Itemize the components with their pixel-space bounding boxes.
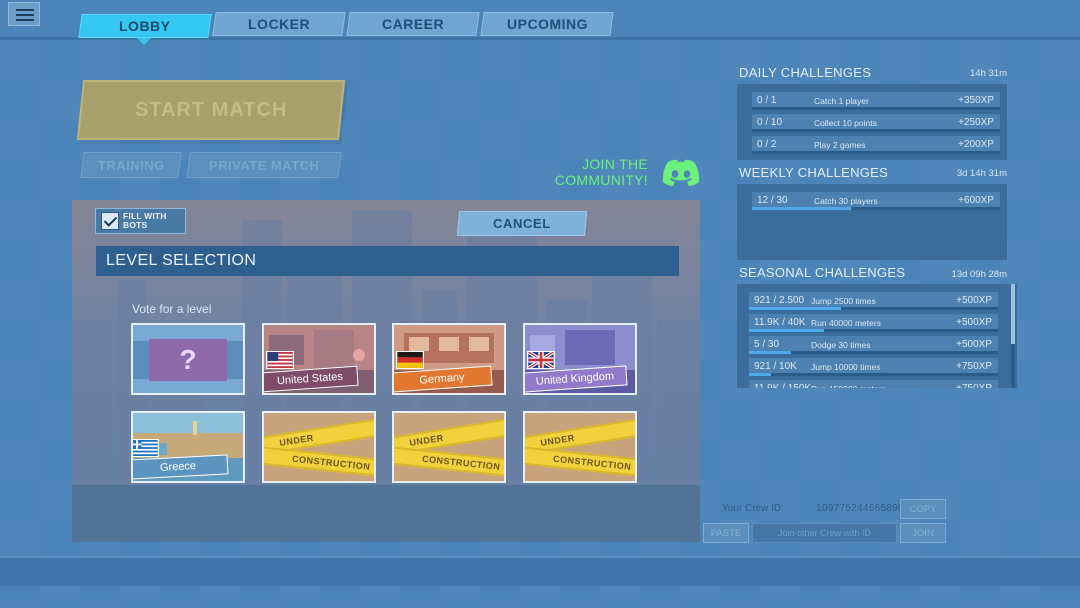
daily-challenge-row: 0 / 1 Catch 1 player +350XP <box>752 92 1000 110</box>
level-card-random[interactable]: ? <box>131 323 245 395</box>
seasonal-challenge-row: 11.9K / 40K Run 40000 meters +500XP <box>749 314 998 332</box>
weekly-challenges-title: WEEKLY CHALLENGES <box>739 165 889 180</box>
seasonal-scroll-thumb[interactable] <box>1011 284 1015 344</box>
join-community-link[interactable]: JOIN THE COMMUNITY! <box>540 156 648 188</box>
construction-tape: CONSTRUCTION <box>525 445 635 479</box>
level-card-united-states[interactable]: United States <box>262 323 376 395</box>
fill-with-bots-label: FILL WITH BOTS <box>123 211 167 230</box>
us-flag-icon <box>266 351 294 369</box>
challenge-progress: 921 / 2.500 <box>754 295 805 306</box>
construction-tape: CONSTRUCTION <box>264 445 374 479</box>
daily-challenges-timer: 14h 31m <box>970 68 1007 79</box>
training-button[interactable]: TRAINING <box>80 152 182 178</box>
level-card-united-kingdom[interactable]: United Kingdom <box>523 323 637 395</box>
hamburger-menu-icon[interactable] <box>8 2 40 26</box>
challenge-description: Play 2 games <box>814 140 866 150</box>
level-selection-title: LEVEL SELECTION <box>96 246 679 276</box>
challenge-description: Dodge 30 times <box>811 340 871 350</box>
seasonal-challenge-row: 921 / 2.500 Jump 2500 times +500XP <box>749 292 998 310</box>
construction-tape: CONSTRUCTION <box>394 445 504 479</box>
seasonal-challenge-row: 11.9K / 150KRun 150000 meters+750XP <box>749 380 998 388</box>
challenge-progress: 921 / 10K <box>754 361 797 372</box>
challenge-progress-bar <box>749 329 824 332</box>
seasonal-challenge-row: 5 / 30 Dodge 30 times +500XP <box>749 336 998 354</box>
tab-upcoming[interactable]: UPCOMING <box>480 12 614 36</box>
bottom-bar <box>0 556 1080 586</box>
challenge-xp-reward: +250XP <box>958 117 994 128</box>
discord-icon[interactable] <box>660 158 702 188</box>
challenge-progress: 12 / 30 <box>757 195 788 206</box>
join-crew-input[interactable]: Join other Crew with ID <box>752 523 897 543</box>
challenge-progress-bar <box>752 207 852 210</box>
challenge-progress-bar <box>749 307 842 310</box>
challenge-progress-bar <box>749 351 792 354</box>
greece-flag-icon <box>133 439 159 457</box>
tab-lobby[interactable]: LOBBY <box>78 14 212 38</box>
weekly-challenge-row: 12 / 30 Catch 30 players +600XP <box>752 192 1000 210</box>
seasonal-challenges-timer: 13d 09h 28m <box>951 269 1007 280</box>
crew-id-label: Your Crew ID: <box>722 503 784 514</box>
challenge-description: Run 40000 meters <box>811 318 881 328</box>
challenge-xp-reward: +500XP <box>956 317 992 328</box>
vote-label: Vote for a level <box>132 302 212 316</box>
challenge-progress: 0 / 2 <box>757 139 777 150</box>
fill-with-bots-checkbox[interactable] <box>101 212 119 230</box>
challenge-description: Catch 30 players <box>814 196 878 206</box>
seasonal-challenge-row: 921 / 10K Jump 10000 times +750XP <box>749 358 998 376</box>
challenge-xp-reward: +750XP <box>956 361 992 372</box>
join-line-1: JOIN THE <box>582 156 648 172</box>
challenge-description: Run 150000 meters <box>811 384 886 388</box>
daily-challenge-row: 0 / 2 Play 2 games +200XP <box>752 136 1000 154</box>
active-tab-pointer <box>137 38 151 45</box>
challenge-xp-reward: +200XP <box>958 139 994 150</box>
level-card-under-construction-1: UNDER CONSTRUCTION <box>262 411 376 483</box>
cancel-button[interactable]: CANCEL <box>456 211 588 236</box>
challenge-description: Catch 1 player <box>814 96 869 106</box>
daily-challenges-title: DAILY CHALLENGES <box>739 65 872 80</box>
challenge-description: Jump 2500 times <box>811 296 876 306</box>
weekly-challenges-timer: 3d 14h 31m <box>956 168 1007 179</box>
challenge-description: Jump 10000 times <box>811 362 881 372</box>
challenge-description: Collect 10 points <box>814 118 877 128</box>
level-card-under-construction-3: UNDER CONSTRUCTION <box>523 411 637 483</box>
level-card-germany[interactable]: Germany <box>392 323 506 395</box>
join-line-2: COMMUNITY! <box>554 172 648 188</box>
copy-button[interactable]: COPY <box>900 499 946 519</box>
join-button[interactable]: JOIN <box>900 523 946 543</box>
challenge-xp-reward: +750XP <box>956 383 992 388</box>
challenge-progress: 5 / 30 <box>754 339 780 350</box>
challenge-xp-reward: +500XP <box>956 295 992 306</box>
challenge-xp-reward: +350XP <box>958 95 994 106</box>
seasonal-challenges-title: SEASONAL CHALLENGES <box>739 265 906 280</box>
private-match-button[interactable]: PRIVATE MATCH <box>186 152 342 178</box>
germany-flag-icon <box>396 351 424 369</box>
level-card-greece[interactable]: Greece <box>131 411 245 483</box>
challenge-progress: 11.9K / 40K <box>754 317 806 328</box>
challenge-progress-bar <box>749 373 772 376</box>
challenge-xp-reward: +500XP <box>956 339 992 350</box>
challenge-xp-reward: +600XP <box>958 195 994 206</box>
paste-button[interactable]: PASTE <box>703 523 749 543</box>
level-card-under-construction-2: UNDER CONSTRUCTION <box>392 411 506 483</box>
uk-flag-icon <box>527 351 555 369</box>
challenge-progress: 0 / 10 <box>757 117 783 128</box>
fill-with-bots-toggle[interactable]: FILL WITH BOTS <box>95 208 186 234</box>
daily-challenge-row: 0 / 10 Collect 10 points +250XP <box>752 114 1000 132</box>
challenge-progress: 0 / 1 <box>757 95 777 106</box>
question-mark-icon: ? <box>149 339 227 381</box>
tab-career[interactable]: CAREER <box>346 12 480 36</box>
tab-locker[interactable]: LOCKER <box>212 12 346 36</box>
start-match-button[interactable]: START MATCH <box>76 80 346 140</box>
